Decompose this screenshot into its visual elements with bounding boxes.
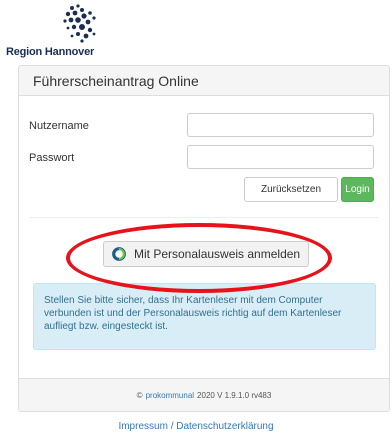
password-input[interactable]: [187, 145, 374, 169]
logo-text: Region Hannover: [6, 46, 95, 58]
panel-footer: © prokommunal 2020 V 1.9.1.0 rv483: [19, 378, 389, 411]
ausweisapp-icon: [112, 247, 126, 261]
id-card-login-label: Mit Personalausweis anmelden: [134, 247, 301, 261]
footer-brand-link[interactable]: prokommunal: [146, 391, 194, 400]
login-panel: Führerscheinantrag Online Nutzername Pas…: [18, 65, 390, 412]
link-separator: /: [170, 421, 174, 432]
footer-version: 2020 V 1.9.1.0 rv483: [197, 390, 272, 400]
card-reader-info: Stellen Sie bitte sicher, dass Ihr Karte…: [33, 283, 376, 350]
privacy-link[interactable]: Datenschutzerklärung: [176, 421, 273, 432]
id-card-login-button[interactable]: Mit Personalausweis anmelden: [103, 241, 309, 267]
reset-button[interactable]: Zurücksetzen: [244, 177, 338, 202]
logo-dots-icon: [63, 4, 96, 43]
login-button[interactable]: Login: [341, 177, 374, 202]
divider: [29, 217, 379, 218]
copyright-symbol: ©: [136, 390, 143, 400]
bottom-links: Impressum / Datenschutzerklärung: [0, 421, 392, 432]
password-label: Passwort: [29, 152, 75, 164]
panel-title: Führerscheinantrag Online: [19, 66, 389, 96]
username-input[interactable]: [187, 113, 374, 137]
username-label: Nutzername: [29, 120, 89, 132]
region-hannover-logo: Region Hannover: [4, 4, 114, 60]
impressum-link[interactable]: Impressum: [118, 421, 167, 432]
